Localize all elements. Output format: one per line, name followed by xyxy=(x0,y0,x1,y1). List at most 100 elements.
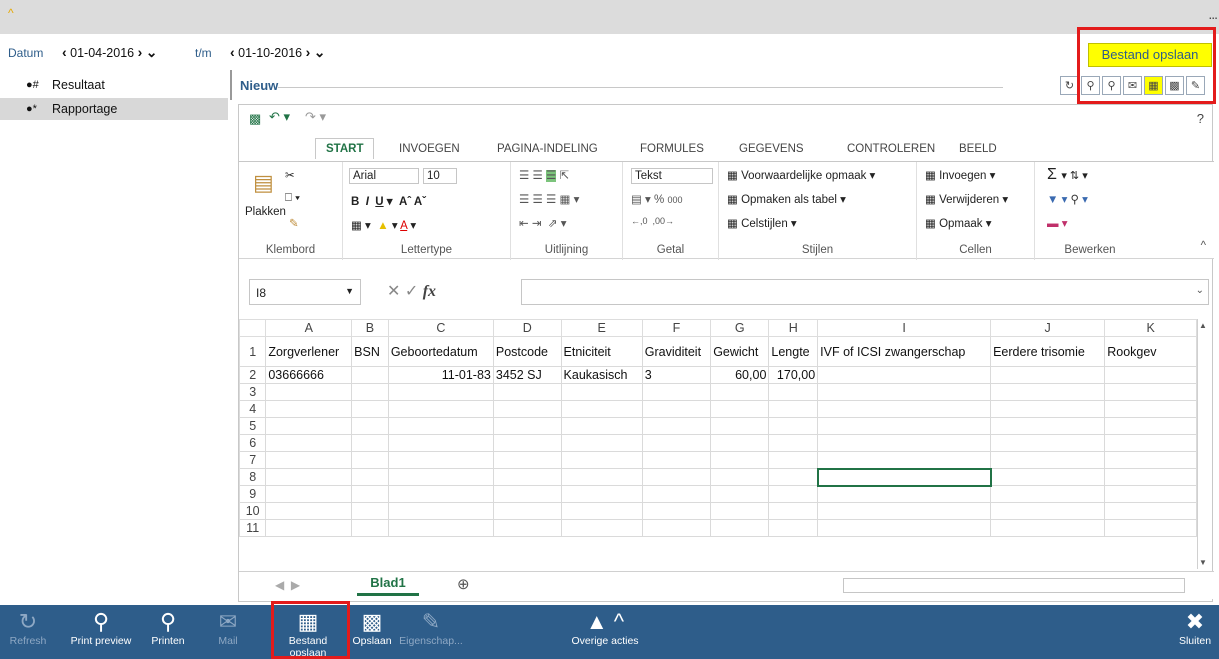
date-from-picker[interactable]: ‹ 01-04-2016 › ⌄ xyxy=(62,44,157,61)
cell[interactable] xyxy=(560,383,643,401)
cell[interactable] xyxy=(1104,417,1197,435)
redo-icon[interactable]: ↷ ▾ xyxy=(305,109,326,125)
cell[interactable] xyxy=(492,400,562,418)
cell[interactable] xyxy=(351,468,389,486)
column-header[interactable]: E xyxy=(560,319,643,337)
column-header[interactable]: H xyxy=(768,319,819,337)
cell[interactable] xyxy=(990,468,1106,486)
cell[interactable] xyxy=(990,383,1106,401)
cell[interactable] xyxy=(710,417,770,435)
cell[interactable]: Postcode xyxy=(492,336,562,367)
column-header[interactable]: F xyxy=(641,319,712,337)
align-icons[interactable]: ☰ ☰ ☰ ⇱ xyxy=(519,168,569,182)
align-icons-2[interactable]: ☰ ☰ ☰ ▦ ▾ xyxy=(519,192,579,206)
cell[interactable] xyxy=(990,417,1106,435)
currency-icon[interactable]: ▤ ▾ % 000 xyxy=(631,192,682,206)
cell[interactable]: 03666666 xyxy=(265,366,353,384)
horizontal-scrollbar[interactable] xyxy=(843,578,1185,593)
sheet-tab-blad1[interactable]: Blad1 xyxy=(357,572,419,596)
cell[interactable] xyxy=(817,434,992,452)
row-header[interactable]: 2 xyxy=(239,366,267,384)
sheet-table[interactable]: A B C D E F G H I J K 1 Zorgverlener BSN Geboortedatum… xyxy=(239,319,1197,537)
cell[interactable] xyxy=(641,417,712,435)
fill-icon[interactable]: ▼ ▾ ⚲ ▾ xyxy=(1047,192,1088,206)
tab-beeld[interactable]: BEELD xyxy=(959,143,997,155)
formula-buttons[interactable]: ✕ ✓ fx xyxy=(387,281,436,301)
row-header[interactable]: 9 xyxy=(239,485,267,503)
cell[interactable] xyxy=(816,467,992,487)
cell[interactable] xyxy=(492,434,562,452)
cell[interactable] xyxy=(990,434,1106,452)
column-header[interactable]: B xyxy=(351,319,389,337)
cell[interactable] xyxy=(710,468,770,486)
help-icon[interactable]: ? xyxy=(1197,111,1204,126)
tab-invoegen[interactable]: INVOEGEN xyxy=(399,143,460,155)
cell[interactable] xyxy=(768,519,819,537)
column-header[interactable]: A xyxy=(265,319,353,337)
cell[interactable] xyxy=(351,519,389,537)
cell[interactable] xyxy=(817,485,992,503)
cell[interactable] xyxy=(1104,519,1197,537)
cell[interactable] xyxy=(768,383,819,401)
column-header[interactable]: K xyxy=(1104,319,1197,337)
eigenschappen-button[interactable]: ✎ Eigenschap... xyxy=(394,605,468,659)
copy-icon[interactable]: ⎕ ▾ xyxy=(285,192,300,205)
cell[interactable] xyxy=(641,400,712,418)
conditional-format-button[interactable]: ▦ Voorwaardelijke opmaak ▾ xyxy=(727,168,875,182)
cell[interactable] xyxy=(351,383,389,401)
cell[interactable] xyxy=(817,400,992,418)
cell[interactable] xyxy=(768,434,819,452)
cell[interactable] xyxy=(641,434,712,452)
cell[interactable] xyxy=(768,485,819,503)
cell[interactable] xyxy=(710,434,770,452)
cell[interactable] xyxy=(641,485,712,503)
cell[interactable] xyxy=(1104,468,1197,486)
cell[interactable]: 11-01-83 xyxy=(387,366,494,384)
collapse-ribbon-icon[interactable]: ^ xyxy=(1201,240,1206,252)
refresh-button[interactable]: ↻ Refresh xyxy=(6,605,50,659)
cell[interactable]: 60,00 xyxy=(710,366,770,384)
border-icon[interactable]: ▦ ▾ ▲ ▾ A ▾ xyxy=(351,218,416,232)
cell[interactable]: Graviditeit xyxy=(641,336,712,367)
cell[interactable] xyxy=(768,468,819,486)
cell[interactable] xyxy=(768,502,819,520)
clear-icon[interactable]: ▬ ▾ xyxy=(1047,216,1067,230)
cut-icon[interactable]: ✂ xyxy=(285,168,295,182)
tree-item-resultaat[interactable]: ●# Resultaat xyxy=(0,74,228,96)
tab-gegevens[interactable]: GEGEVENS xyxy=(739,143,804,155)
row-header[interactable]: 4 xyxy=(239,400,267,418)
cell[interactable] xyxy=(560,417,643,435)
cell[interactable]: Lengte xyxy=(768,336,819,367)
delete-cells-button[interactable]: ▦ Verwijderen ▾ xyxy=(925,192,1008,206)
cell[interactable] xyxy=(990,451,1106,469)
cell[interactable] xyxy=(817,519,992,537)
cell[interactable] xyxy=(265,485,353,503)
cell[interactable] xyxy=(387,468,494,486)
tab-nav-icons[interactable]: ◀ ▶ xyxy=(275,578,300,592)
paste-icon[interactable]: ▤ xyxy=(253,170,274,196)
collapse-icon[interactable]: ^ xyxy=(8,6,14,20)
column-header[interactable]: D xyxy=(492,319,562,337)
row-header[interactable]: 6 xyxy=(239,434,267,452)
cell[interactable]: BSN xyxy=(351,336,389,367)
cell[interactable]: IVF of ICSI zwangerschap xyxy=(817,336,992,367)
format-cells-button[interactable]: ▦ Opmaak ▾ xyxy=(925,216,992,230)
cell[interactable] xyxy=(710,502,770,520)
name-box[interactable]: I8 ▼ xyxy=(249,279,361,305)
cell[interactable] xyxy=(1104,434,1197,452)
cell[interactable] xyxy=(351,400,389,418)
cell[interactable]: Eerdere trisomie xyxy=(990,336,1106,367)
cell[interactable] xyxy=(351,434,389,452)
cell[interactable]: Geboortedatum xyxy=(387,336,494,367)
printen-button[interactable]: ⚲ Printen xyxy=(140,605,196,659)
cell[interactable] xyxy=(1104,366,1197,384)
cell[interactable] xyxy=(641,468,712,486)
cell[interactable]: Rookgev xyxy=(1104,336,1197,367)
cell[interactable] xyxy=(265,468,353,486)
cell[interactable] xyxy=(768,451,819,469)
format-table-button[interactable]: ▦ Opmaken als tabel ▾ xyxy=(727,192,846,206)
cell[interactable] xyxy=(817,383,992,401)
insert-cells-button[interactable]: ▦ Invoegen ▾ xyxy=(925,168,995,182)
row-header[interactable]: 11 xyxy=(239,519,267,537)
cell[interactable] xyxy=(560,400,643,418)
